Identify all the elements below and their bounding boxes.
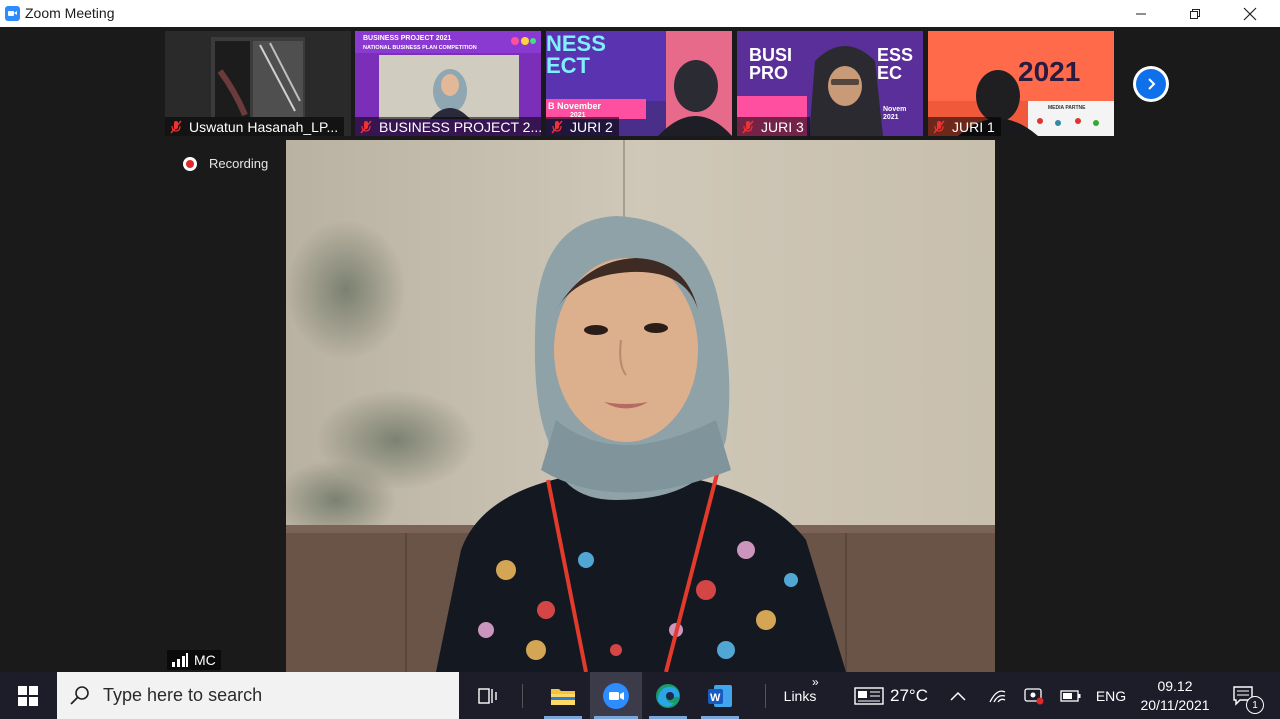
input-language-button[interactable]: ENG xyxy=(1092,672,1130,719)
muted-mic-icon xyxy=(360,120,372,133)
participant-nameplate: Uswatun Hasanah_LP... xyxy=(165,117,345,136)
recording-label: Recording xyxy=(209,156,269,171)
weather-widget[interactable]: 27°C xyxy=(850,672,932,719)
participant-nameplate: JURI 1 xyxy=(928,117,1001,136)
banner-text: 2021 xyxy=(883,114,899,121)
minimize-button[interactable] xyxy=(1118,0,1164,27)
participant-name: JURI 2 xyxy=(570,118,613,135)
participant-name: Uswatun Hasanah_LP... xyxy=(189,118,339,135)
word-button[interactable]: W xyxy=(697,672,743,719)
start-button[interactable] xyxy=(0,672,56,719)
banner-text: BUSI xyxy=(749,45,792,65)
banner-text: MEDIA PARTNE xyxy=(1048,105,1086,111)
clock-time: 09.12 xyxy=(1157,678,1193,694)
battery-icon xyxy=(1060,689,1081,702)
participant-nameplate: BUSINESS PROJECT 2... xyxy=(355,117,541,136)
meet-now-icon xyxy=(1024,687,1044,704)
file-explorer-button[interactable] xyxy=(540,672,586,719)
folder-icon xyxy=(551,688,575,705)
chevron-double-right-icon: » xyxy=(812,675,819,689)
participant-name: JURI 1 xyxy=(952,118,995,135)
banner-text: NATIONAL BUSINESS PLAN COMPETITION xyxy=(363,45,477,51)
close-button[interactable] xyxy=(1227,0,1273,27)
close-icon xyxy=(1243,7,1257,20)
banner-text: Novem xyxy=(883,106,906,113)
word-icon: W xyxy=(708,684,732,707)
search-icon xyxy=(70,685,89,705)
banner-text: EC xyxy=(877,63,902,83)
zoom-app-icon xyxy=(603,682,629,709)
restore-button[interactable] xyxy=(1172,0,1218,27)
taskbar-separator xyxy=(519,672,525,719)
svg-text:W: W xyxy=(710,692,721,704)
taskbar-separator xyxy=(762,672,768,719)
muted-mic-icon xyxy=(170,120,182,133)
weather-temperature: 27°C xyxy=(890,685,928,705)
taskbar-search-box[interactable]: Type here to search xyxy=(57,672,459,719)
recording-icon xyxy=(183,156,197,171)
participant-name: JURI 3 xyxy=(761,118,804,135)
next-page-button[interactable] xyxy=(1133,66,1169,102)
zoom-taskbar-button[interactable] xyxy=(590,672,642,719)
news-icon xyxy=(854,686,884,705)
restore-icon xyxy=(1190,8,1200,19)
participant-tile[interactable]: BUSINESS PROJECT 2021 NATIONAL BUSINESS … xyxy=(355,31,541,136)
muted-mic-icon xyxy=(551,120,563,133)
chevron-up-icon xyxy=(950,691,966,701)
task-view-icon xyxy=(478,687,497,704)
action-center-button[interactable]: 1 xyxy=(1222,672,1266,719)
search-placeholder: Type here to search xyxy=(103,685,263,705)
banner-text: PRO xyxy=(749,63,788,83)
window-titlebar: Zoom Meeting xyxy=(0,0,1280,27)
participant-tile[interactable]: 2021 MEDIA PARTNE JURI 1 xyxy=(928,31,1114,136)
active-speaker-name: MC xyxy=(194,652,216,668)
banner-text: 2021 xyxy=(1018,56,1080,87)
meet-now-button[interactable] xyxy=(1020,672,1048,719)
clock-button[interactable]: 09.12 20/11/2021 xyxy=(1134,672,1216,719)
links-label: Links xyxy=(783,687,817,704)
show-hidden-icons-button[interactable] xyxy=(944,672,972,719)
network-button[interactable] xyxy=(984,672,1010,719)
windows-logo-icon xyxy=(18,685,38,706)
participant-tile[interactable]: BUSI ESS PRO EC Novem 2021 JURI 3 xyxy=(737,31,923,136)
edge-icon xyxy=(656,683,680,708)
window-title: Zoom Meeting xyxy=(25,5,115,21)
participant-nameplate: JURI 3 xyxy=(737,117,810,136)
notification-badge: 1 xyxy=(1246,696,1264,714)
input-language: ENG xyxy=(1095,687,1127,704)
wifi-icon xyxy=(989,689,1006,702)
minimize-icon xyxy=(1136,13,1146,14)
participant-nameplate: JURI 2 xyxy=(546,117,619,136)
banner-text: ECT xyxy=(546,53,591,78)
participant-tile[interactable]: NESS ECT B November 2021 JURI 2 xyxy=(546,31,732,136)
recording-indicator[interactable]: Recording xyxy=(183,156,268,171)
muted-mic-icon xyxy=(742,120,754,133)
muted-mic-icon xyxy=(933,120,945,133)
windows-taskbar: Type here to search W Links » 27°C ENG 0… xyxy=(0,672,1280,719)
active-speaker-label: MC xyxy=(167,650,221,670)
task-view-button[interactable] xyxy=(468,672,508,719)
speaker-video-frame xyxy=(286,140,995,672)
banner-text: B November xyxy=(548,101,602,111)
clock-date: 20/11/2021 xyxy=(1140,697,1210,713)
battery-button[interactable] xyxy=(1058,672,1084,719)
participant-name: BUSINESS PROJECT 2... xyxy=(379,118,541,135)
notification-count: 1 xyxy=(1252,699,1258,711)
participant-tile[interactable]: Uswatun Hasanah_LP... xyxy=(165,31,351,136)
banner-text: ESS xyxy=(877,45,913,65)
edge-browser-button[interactable] xyxy=(645,672,691,719)
links-toolbar[interactable]: Links » xyxy=(770,672,830,719)
chevron-right-icon xyxy=(1148,78,1156,90)
meeting-stage: Uswatun Hasanah_LP... BUSINESS PROJECT 2… xyxy=(0,27,1280,672)
zoom-app-icon xyxy=(5,6,20,21)
signal-strength-icon xyxy=(172,653,188,667)
banner-text: BUSINESS PROJECT 2021 xyxy=(363,35,451,42)
active-speaker-video xyxy=(286,140,995,672)
